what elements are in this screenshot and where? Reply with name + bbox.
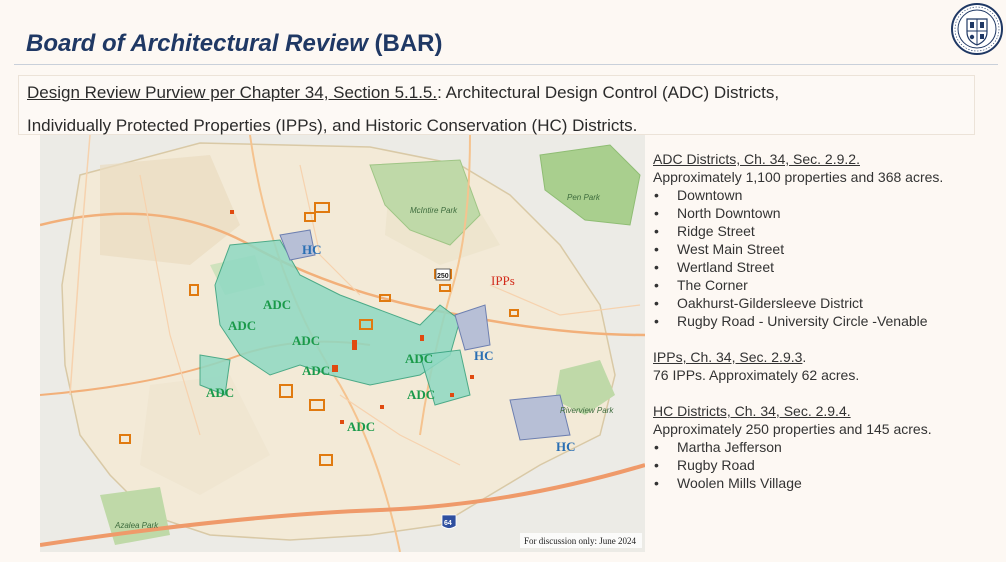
title-divider: [14, 64, 998, 65]
hc-item-rugby-road: Rugby Road: [653, 456, 998, 474]
adc-item-west-main: West Main Street: [653, 240, 998, 258]
hc-item-woolen-mills: Woolen Mills Village: [653, 474, 998, 492]
hc-district-list: Martha Jefferson Rugby Road Woolen Mills…: [653, 438, 998, 492]
adc-label-2: ADC: [228, 318, 256, 333]
mcintire-park-label: McIntire Park: [410, 206, 458, 215]
route-250-shield: 250: [437, 273, 449, 280]
ipp-summary: 76 IPPs. Approximately 62 acres.: [653, 367, 860, 383]
city-seal-logo: [951, 3, 1003, 55]
adc-label-1: ADC: [263, 297, 291, 312]
ipp-heading-suffix: .: [802, 349, 807, 365]
purview-code-link[interactable]: Design Review Purview per Chapter 34, Se…: [27, 83, 437, 102]
adc-label-7: ADC: [407, 387, 435, 402]
hc-label-1: HC: [302, 242, 322, 257]
adc-heading[interactable]: ADC Districts, Ch. 34, Sec. 2.9.2.: [653, 150, 998, 168]
pen-park-label: Pen Park: [567, 193, 601, 202]
ipp-heading-line: IPPs, Ch. 34, Sec. 2.9.3.: [653, 348, 998, 366]
hc-label-2: HC: [474, 348, 494, 363]
hc-item-martha-jefferson: Martha Jefferson: [653, 438, 998, 456]
map-canvas: ADC ADC ADC ADC ADC ADC ADC ADC HC HC HC…: [40, 135, 645, 552]
adc-summary: Approximately 1,100 properties and 368 a…: [653, 169, 944, 185]
adc-item-oakhurst: Oakhurst-Gildersleeve District: [653, 294, 998, 312]
map-footnote: For discussion only: June 2024: [524, 536, 637, 546]
ipp-label: IPPs: [491, 273, 515, 288]
route-64-shield: 64: [444, 520, 452, 527]
adc-item-ridge-street: Ridge Street: [653, 222, 998, 240]
adc-label-5: ADC: [206, 385, 234, 400]
adc-item-rugby-road-uc-venable: Rugby Road - University Circle -Venable: [653, 312, 998, 330]
adc-item-wertland: Wertland Street: [653, 258, 998, 276]
adc-label-3: ADC: [292, 333, 320, 348]
adc-item-the-corner: The Corner: [653, 276, 998, 294]
hc-label-3: HC: [556, 439, 576, 454]
adc-label-6: ADC: [405, 351, 433, 366]
district-summary: ADC Districts, Ch. 34, Sec. 2.9.2. Appro…: [653, 150, 998, 492]
adc-label-8: ADC: [347, 419, 375, 434]
purview-line2: Individually Protected Properties (IPPs)…: [27, 116, 638, 135]
page-title: Board of Architectural Review (BAR): [26, 30, 443, 58]
title-suffix: (BAR): [367, 30, 443, 57]
riverview-park-label: Riverview Park: [560, 406, 614, 415]
adc-item-north-downtown: North Downtown: [653, 204, 998, 222]
adc-label-4: ADC: [302, 363, 330, 378]
hc-summary: Approximately 250 properties and 145 acr…: [653, 421, 932, 437]
purview-text: Design Review Purview per Chapter 34, Se…: [27, 76, 967, 142]
ipp-heading[interactable]: IPPs, Ch. 34, Sec. 2.9.3: [653, 349, 802, 365]
azalea-park-label: Azalea Park: [114, 521, 159, 530]
title-main: Board of Architectural Review: [26, 30, 368, 57]
district-map: ADC ADC ADC ADC ADC ADC ADC ADC HC HC HC…: [40, 135, 645, 552]
adc-district-list: Downtown North Downtown Ridge Street Wes…: [653, 186, 998, 330]
hc-heading[interactable]: HC Districts, Ch. 34, Sec. 2.9.4.: [653, 402, 998, 420]
purview-line1-rest: : Architectural Design Control (ADC) Dis…: [437, 83, 780, 102]
adc-item-downtown: Downtown: [653, 186, 998, 204]
